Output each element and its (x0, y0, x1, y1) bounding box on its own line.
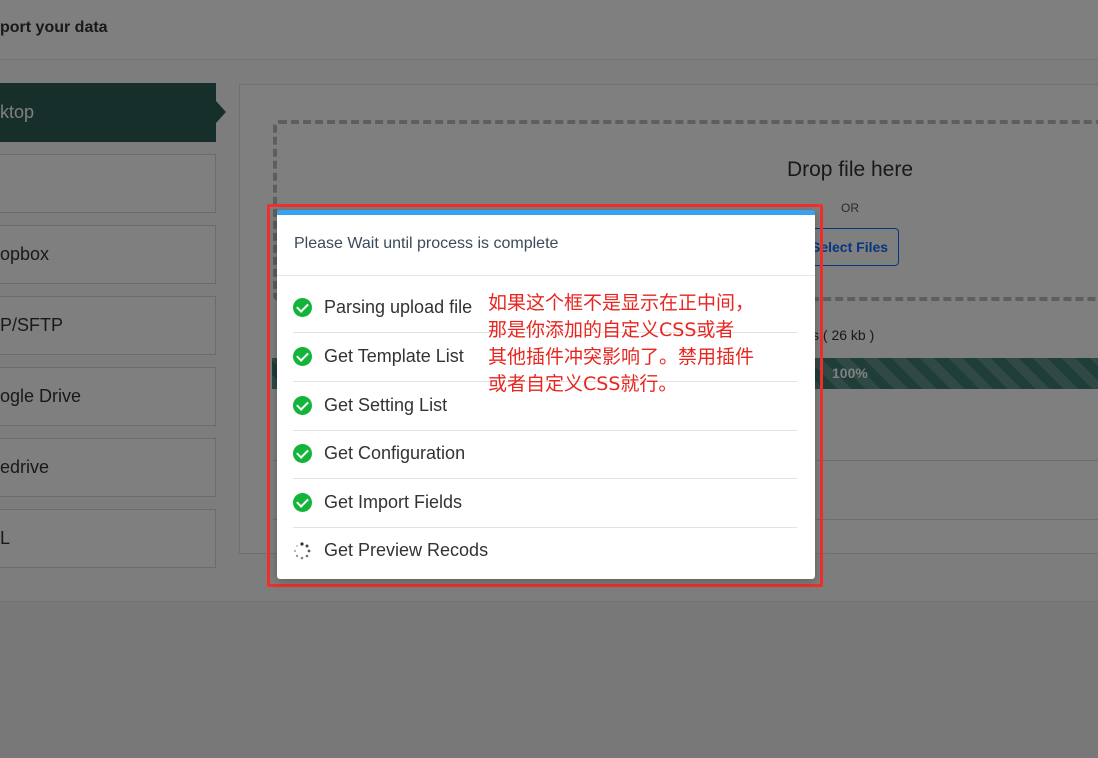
step-label: Get Setting List (324, 395, 448, 415)
step-label: Get Preview Recods (324, 540, 489, 560)
modal-title: Please Wait until process is complete (277, 215, 815, 276)
step-label: Get Configuration (324, 443, 466, 463)
check-circle-icon (293, 347, 312, 366)
step-label: Parsing upload file (324, 297, 473, 317)
step-label: Get Import Fields (324, 492, 463, 512)
check-circle-icon (293, 493, 312, 512)
check-circle-icon (293, 298, 312, 317)
step-label: Get Template List (324, 346, 464, 366)
step-get-configuration: Get Configuration (293, 430, 797, 479)
check-circle-icon (293, 396, 312, 415)
annotation-line: 那是你添加的自定义CSS或者 (488, 319, 735, 341)
step-get-import-fields: Get Import Fields (293, 479, 797, 528)
annotation-line: 如果这个框不是显示在正中间， (488, 292, 755, 314)
annotation-line: 其他插件冲突影响了。禁用插件 (488, 346, 755, 368)
check-circle-icon (293, 444, 312, 463)
annotation-line: 或者自定义CSS就行。 (488, 373, 678, 395)
loading-spinner-icon (293, 542, 311, 560)
annotation-note: 如果这个框不是显示在正中间， 那是你添加的自定义CSS或者 其他插件冲突影响了。… (488, 290, 808, 398)
step-get-preview-records: Get Preview Recods (293, 527, 797, 576)
